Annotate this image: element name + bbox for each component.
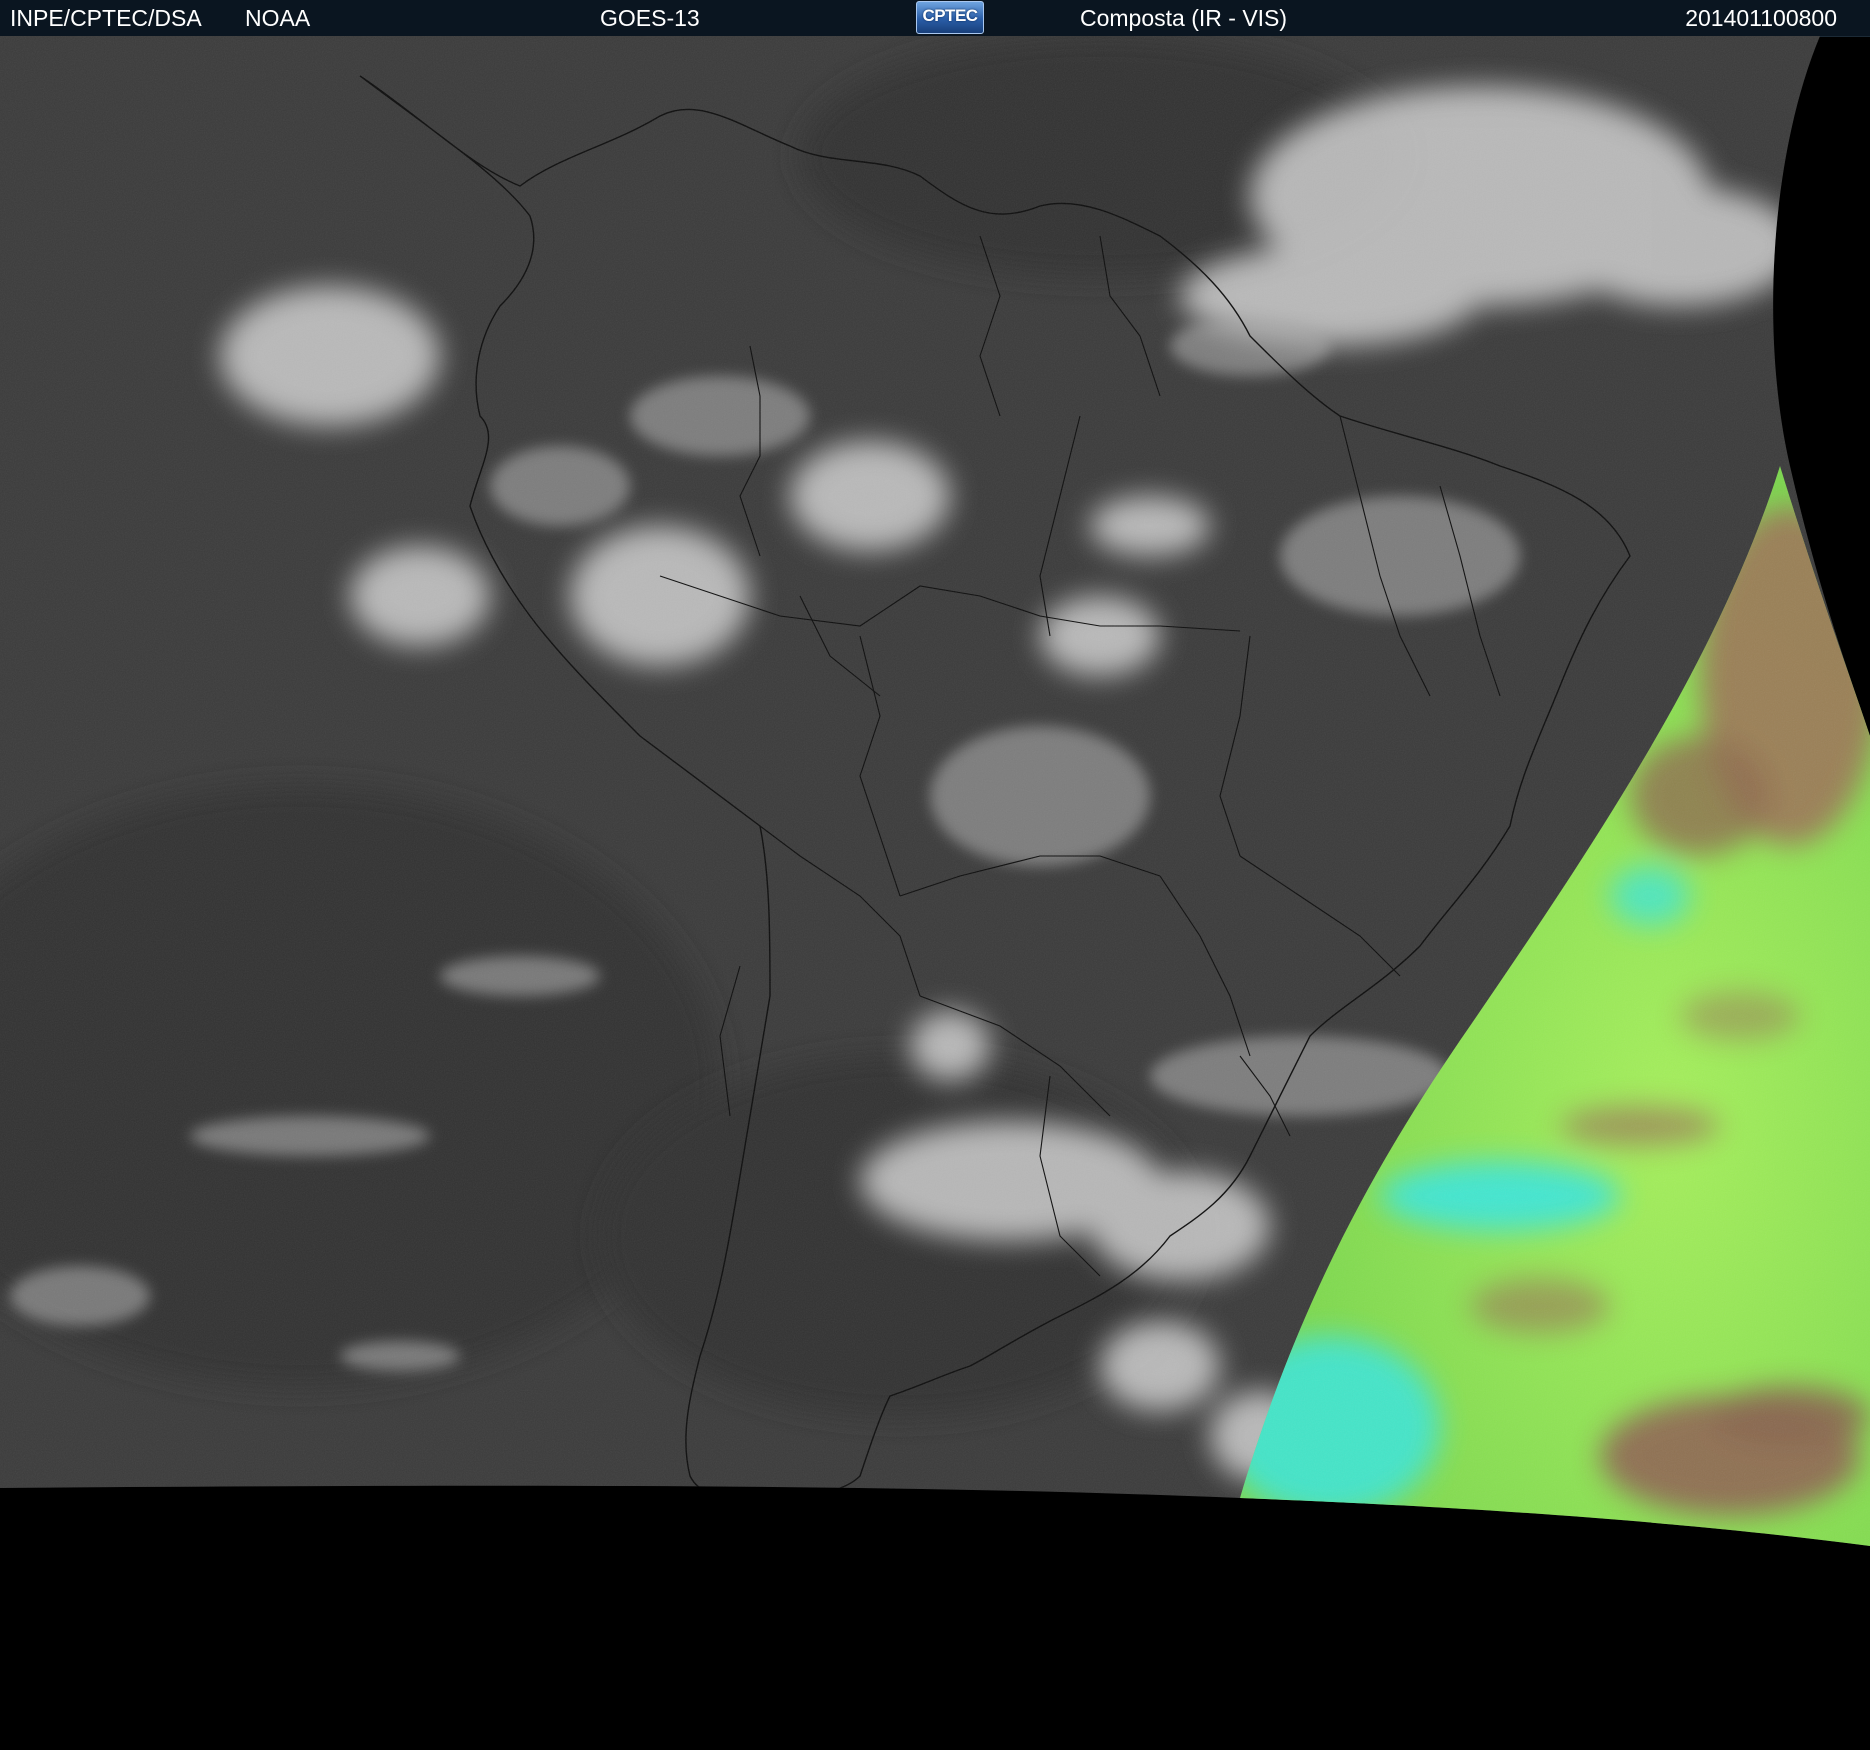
satellite-label: GOES-13 <box>600 5 700 31</box>
satellite-imagery-svg <box>0 36 1870 1546</box>
timestamp-label: 201401100800 <box>1685 5 1837 31</box>
source-label: INPE/CPTEC/DSA <box>10 5 202 31</box>
cptec-logo: CPTEC <box>916 1 984 34</box>
image-header-bar: INPE/CPTEC/DSA NOAA GOES-13 CPTEC Compos… <box>0 0 1870 37</box>
satellite-image-page: INPE/CPTEC/DSA NOAA GOES-13 CPTEC Compos… <box>0 0 1870 1750</box>
agency-label: NOAA <box>245 5 311 31</box>
satellite-imagery <box>0 36 1870 1750</box>
product-label: Composta (IR - VIS) <box>1080 5 1288 31</box>
